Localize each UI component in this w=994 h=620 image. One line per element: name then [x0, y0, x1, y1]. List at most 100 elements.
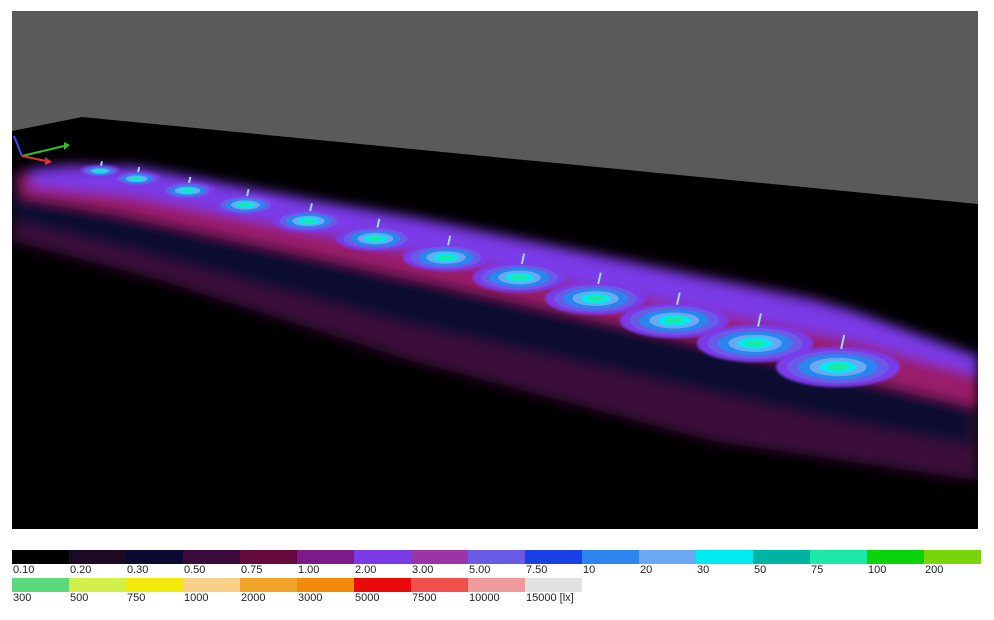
legend-swatch — [753, 550, 810, 564]
legend-entry: 50 — [753, 550, 810, 578]
legend-swatch — [297, 578, 354, 592]
legend-entry: 0.50 — [183, 550, 240, 578]
luminaire-icon — [100, 161, 103, 166]
legend-entry: 2.00 — [354, 550, 411, 578]
isoline-ring — [239, 203, 252, 207]
legend-entry: 30 — [696, 550, 753, 578]
legend-swatch — [924, 550, 981, 564]
legend-label: 3000 — [298, 592, 323, 604]
legend-label: 20 — [640, 564, 653, 576]
legend-label: 2.00 — [355, 564, 377, 576]
legend-entry: 100 — [867, 550, 924, 578]
legend-swatch — [525, 550, 582, 564]
legend-label: 0.75 — [241, 564, 263, 576]
legend-entry: 1.00 — [297, 550, 354, 578]
isoline-ring — [511, 274, 528, 281]
legend-label: 0.20 — [70, 564, 92, 576]
legend-swatch — [69, 578, 126, 592]
legend-swatch — [867, 550, 924, 564]
legend-label: 5000 — [355, 592, 380, 604]
legend-label: 0.50 — [184, 564, 206, 576]
legend-label: 50 — [754, 564, 767, 576]
luminaire-icon — [137, 166, 141, 173]
legend-swatch — [411, 550, 468, 564]
legend-entry: 0.20 — [69, 550, 126, 578]
legend-swatch — [696, 550, 753, 564]
legend-entry: 75 — [810, 550, 867, 578]
legend-label: 75 — [811, 564, 824, 576]
legend-label: 15000 [lx] — [526, 592, 574, 604]
legend-label: 5.00 — [469, 564, 491, 576]
legend-swatch — [240, 550, 297, 564]
legend-entry: 10 — [582, 550, 639, 578]
legend-label: 30 — [697, 564, 710, 576]
legend-entry: 10000 — [468, 578, 525, 606]
legend-label: 100 — [868, 564, 887, 576]
legend-entry: 5.00 — [468, 550, 525, 578]
isoline-ring — [368, 236, 383, 241]
legend-swatch — [297, 550, 354, 564]
legend-entry: 3.00 — [411, 550, 468, 578]
legend-swatch — [468, 550, 525, 564]
isoline-ring — [132, 177, 142, 181]
legend-entry: 1000 — [183, 578, 240, 606]
legend-entry: 5000 — [354, 578, 411, 606]
legend-label: 0.10 — [13, 564, 35, 576]
isoline-ring — [302, 219, 315, 224]
legend-entry: 20 — [639, 550, 696, 578]
legend-entry: 750 — [126, 578, 183, 606]
legend-unit: [lx] — [559, 592, 574, 604]
legend-swatch — [12, 550, 69, 564]
legend-entry: 0.75 — [240, 550, 297, 578]
legend-label: 750 — [127, 592, 146, 604]
legend-entry: 15000 [lx] — [525, 578, 582, 606]
legend-swatch — [525, 578, 582, 592]
legend-label: 7500 — [412, 592, 437, 604]
legend-entry: 500 — [69, 578, 126, 606]
legend-label: 3.00 — [412, 564, 434, 576]
legend-entry: 7.50 — [525, 550, 582, 578]
legend-entry: 200 — [924, 550, 981, 578]
legend-entry: 3000 — [297, 578, 354, 606]
legend-swatch — [468, 578, 525, 592]
legend-label: 2000 — [241, 592, 266, 604]
legend-swatch — [582, 550, 639, 564]
legend-swatch — [12, 578, 69, 592]
legend-swatch — [183, 550, 240, 564]
isoline-scene — [12, 11, 978, 529]
legend-entry: 300 — [12, 578, 69, 606]
legend-label: 1000 — [184, 592, 209, 604]
legend-label: 10 — [583, 564, 596, 576]
illuminance-legend: 0.10 0.20 0.30 0.50 0.75 1.00 2.00 3.00 5.00 7.50… — [12, 550, 982, 614]
legend-swatch — [639, 550, 696, 564]
legend-label: 300 — [13, 592, 32, 604]
isoline-ring — [586, 295, 605, 302]
legend-label: 200 — [925, 564, 944, 576]
legend-swatch — [411, 578, 468, 592]
legend-swatch — [354, 578, 411, 592]
3d-viewport[interactable] — [12, 11, 978, 529]
legend-swatch — [354, 550, 411, 564]
isoline-ring — [438, 255, 454, 260]
legend-swatch — [183, 578, 240, 592]
legend-swatch — [126, 578, 183, 592]
legend-swatch — [810, 550, 867, 564]
legend-label: 10000 — [469, 592, 500, 604]
legend-swatch — [126, 550, 183, 564]
legend-label: 1.00 — [298, 564, 320, 576]
legend-label: 500 — [70, 592, 89, 604]
legend-label: 7.50 — [526, 564, 548, 576]
legend-entry: 0.10 — [12, 550, 69, 578]
luminaire-icon — [188, 176, 192, 184]
isoline-ring — [664, 317, 685, 324]
legend-entry: 2000 — [240, 578, 297, 606]
isoline-ring — [826, 363, 850, 371]
isoline-ring — [182, 189, 193, 193]
isoline-ring — [744, 339, 766, 347]
legend-swatch — [69, 550, 126, 564]
legend-swatch — [240, 578, 297, 592]
isoline-ring — [96, 169, 104, 173]
legend-entry: 0.30 — [126, 550, 183, 578]
legend-entry: 7500 — [411, 578, 468, 606]
legend-label: 0.30 — [127, 564, 149, 576]
